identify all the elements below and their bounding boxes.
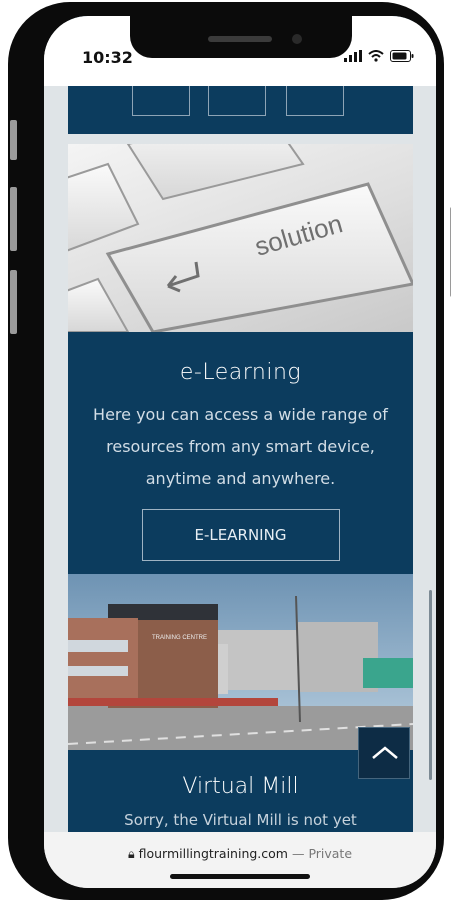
elearning-description: Here you can access a wide range of reso…	[93, 405, 388, 488]
solution-key-photo: solution	[68, 144, 413, 332]
elearning-button[interactable]: E-LEARNING	[141, 509, 340, 561]
speaker	[208, 36, 272, 42]
mill-scene-illustration: TRAINING CENTRE	[68, 574, 413, 750]
lock-icon: 🔒︎	[127, 846, 135, 861]
elearning-card: e-Learning Here you can access a wide ra…	[68, 332, 413, 590]
url-domain: flourmillingtraining.com	[138, 846, 288, 861]
volume-up-button	[10, 187, 17, 251]
status-time: 10:32	[82, 48, 133, 67]
phone-frame: solution e-Learning Here you can access …	[8, 2, 451, 900]
signal-icon	[344, 50, 362, 62]
battery-icon	[390, 50, 414, 62]
wifi-icon	[368, 50, 384, 62]
status-icons	[344, 50, 414, 62]
svg-text:TRAINING CENTRE: TRAINING CENTRE	[152, 635, 207, 641]
keyboard-illustration: solution	[68, 144, 413, 332]
virtual-mill-photo: TRAINING CENTRE	[68, 574, 413, 750]
home-indicator[interactable]	[170, 874, 310, 879]
status-bar: 10:32	[44, 16, 436, 86]
mute-switch	[10, 120, 17, 160]
volume-down-button	[10, 270, 17, 334]
url-display[interactable]: 🔒︎ flourmillingtraining.com — Private	[44, 846, 436, 862]
page-content[interactable]: solution e-Learning Here you can access …	[44, 16, 436, 836]
scroll-to-top-button[interactable]	[358, 727, 410, 779]
scrollbar[interactable]	[429, 590, 432, 780]
browser-url-bar[interactable]: 🔒︎ flourmillingtraining.com — Private	[44, 832, 436, 888]
elearning-title: e-Learning	[179, 360, 302, 385]
camera	[292, 34, 302, 44]
chevron-up-icon	[372, 746, 398, 759]
screen: solution e-Learning Here you can access …	[44, 16, 436, 888]
private-mode-label: — Private	[291, 846, 353, 861]
virtual-mill-description: Sorry, the Virtual Mill is not yet	[124, 811, 357, 829]
